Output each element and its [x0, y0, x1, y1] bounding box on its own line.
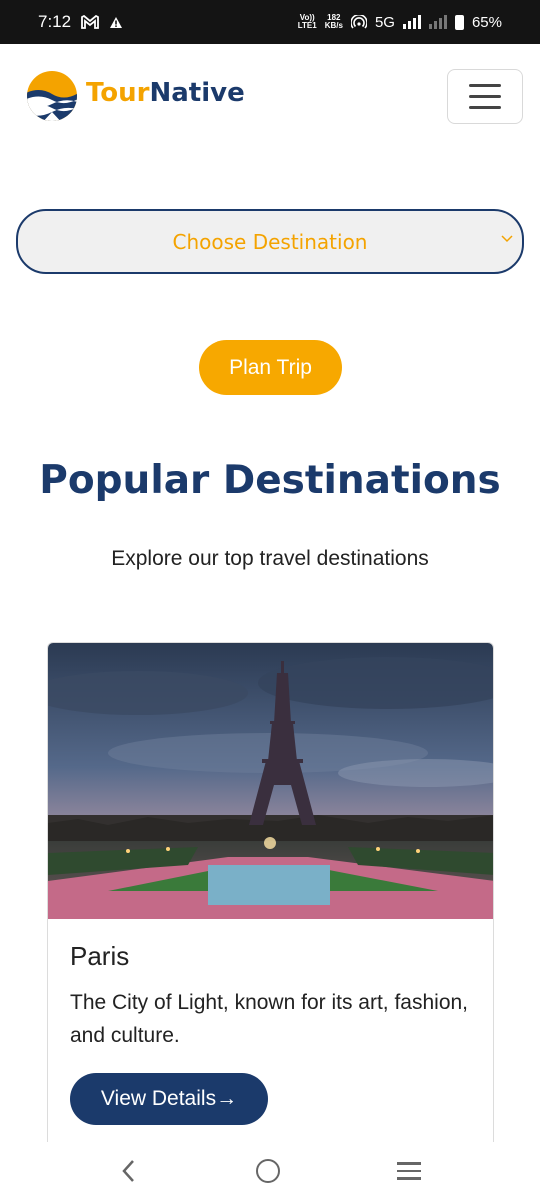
- destination-select-label: Choose Destination: [172, 229, 368, 254]
- chevron-down-icon: [501, 235, 513, 243]
- volte-indicator: Vo)) LTE1: [298, 14, 317, 30]
- section-title: Popular Destinations: [39, 458, 501, 503]
- speed-unit: KB/s: [324, 21, 343, 30]
- recents-icon-line: [397, 1169, 422, 1173]
- card-title: Paris: [70, 941, 130, 971]
- signal-secondary-icon: [428, 15, 447, 29]
- recents-icon-line: [397, 1162, 422, 1165]
- destination-card: Paris The City of Light, known for its a…: [47, 642, 494, 1142]
- network-speed: 182 KB/s: [325, 14, 343, 30]
- recents-icon[interactable]: [397, 1162, 422, 1180]
- hamburger-menu-button[interactable]: [447, 69, 523, 124]
- network-type: 5G: [374, 13, 395, 31]
- destination-select[interactable]: Choose Destination: [16, 209, 524, 274]
- volte-bottom: LTE1: [297, 21, 317, 30]
- plan-trip-button[interactable]: Plan Trip: [199, 340, 342, 395]
- back-icon[interactable]: [119, 1158, 139, 1184]
- home-icon[interactable]: [255, 1159, 280, 1183]
- signal-icon: [402, 15, 421, 29]
- section-subtitle: Explore our top travel destinations: [111, 547, 429, 570]
- status-right: Vo)) LTE1 182 KB/s 5G 65%: [298, 14, 502, 31]
- recents-icon-line: [397, 1177, 422, 1180]
- hamburger-icon-line: [469, 84, 501, 87]
- hotspot-icon: [350, 15, 367, 29]
- tournative-logo-icon[interactable]: [26, 68, 78, 125]
- site-header: TourNative: [0, 44, 540, 149]
- status-bar: 7:12 Vo)) LTE1 182 KB/s 5G 65%: [0, 0, 540, 44]
- brand-part-native: Native: [149, 78, 245, 108]
- gmail-icon: [81, 15, 99, 29]
- status-time: 7:12: [38, 12, 72, 31]
- view-details-button[interactable]: View Details→: [70, 1073, 268, 1125]
- brand-name[interactable]: TourNative: [86, 78, 245, 108]
- system-nav-bar: [0, 1142, 540, 1200]
- card-description: The City of Light, known for its art, fa…: [70, 991, 469, 1047]
- status-left: 7:12: [38, 12, 123, 32]
- eiffel-tower-photo: [48, 643, 493, 919]
- hamburger-icon-line: [469, 106, 501, 109]
- hamburger-icon-line: [469, 95, 501, 98]
- alert-icon: [110, 16, 123, 28]
- brand-part-tour: Tour: [86, 78, 150, 108]
- battery-icon: [454, 14, 464, 30]
- battery-level: 65%: [471, 13, 502, 31]
